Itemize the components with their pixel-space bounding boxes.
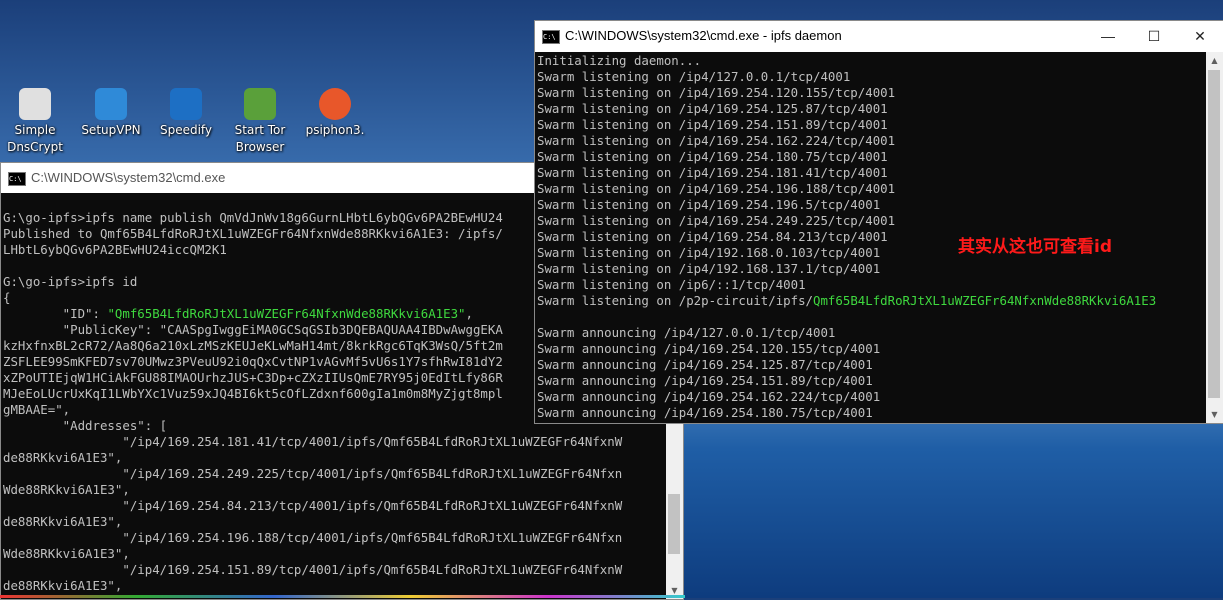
console-line: "/ip4/169.254.151.89/tcp/4001/ipfs/Qmf65… — [3, 562, 623, 577]
console-line: Swarm announcing /ip4/169.254.180.75/tcp… — [537, 405, 873, 420]
cmd-icon: C:\ — [542, 30, 560, 44]
desktop-icon-label: psiphon3. — [305, 123, 365, 137]
desktop-icon-label: Simple DnsCrypt — [7, 123, 63, 154]
maximize-button[interactable]: ☐ — [1131, 21, 1177, 51]
console-line: Swarm announcing /ip4/127.0.0.1/tcp/4001 — [537, 325, 836, 340]
console-line: Swarm listening on /ip4/169.254.180.75/t… — [537, 149, 888, 164]
console-line: Swarm announcing /ip4/169.254.120.155/tc… — [537, 341, 881, 356]
peer-id-value: "Qmf65B4LfdRoRJtXL1uWZEGFr64NfxnWde88RKk… — [107, 306, 466, 321]
scroll-thumb[interactable] — [668, 494, 680, 554]
console-line: Swarm listening on /ip4/169.254.125.87/t… — [537, 101, 888, 116]
console-line: Swarm listening on /ip6/::1/tcp/4001 — [537, 277, 806, 292]
console-line: Initializing daemon... — [537, 53, 702, 68]
desktop-icon-label: Start Tor Browser — [234, 123, 286, 154]
console-line: Swarm announcing /ip4/169.254.151.89/tcp… — [537, 373, 873, 388]
desktop-icon-speedify[interactable]: Speedify — [153, 88, 219, 139]
console-line: Wde88RKkvi6A1E3", — [3, 482, 130, 497]
close-button[interactable]: ✕ — [1177, 21, 1223, 51]
desktop-icon-dnscrypt[interactable]: Simple DnsCrypt — [2, 88, 68, 156]
console-line: de88RKkvi6A1E3", — [3, 514, 123, 529]
console-line: Swarm listening on /ip4/169.254.151.89/t… — [537, 117, 888, 132]
console-line: "/ip4/169.254.181.41/tcp/4001/ipfs/Qmf65… — [3, 434, 623, 449]
desktop-icon-setupvpn[interactable]: SetupVPN — [78, 88, 144, 139]
console-line: de88RKkvi6A1E3", — [3, 578, 123, 593]
console-line: "/ip4/169.254.249.225/tcp/4001/ipfs/Qmf6… — [3, 466, 623, 481]
desktop-icon-label: Speedify — [159, 123, 213, 137]
circuit-peer-id: Qmf65B4LfdRoRJtXL1uWZEGFr64NfxnWde88RKkv… — [813, 293, 1157, 308]
vertical-scrollbar[interactable]: ▲ ▼ — [1206, 52, 1223, 423]
window-title: C:\WINDOWS\system32\cmd.exe - ipfs daemo… — [565, 28, 842, 43]
scroll-up-icon[interactable]: ▲ — [1206, 52, 1223, 69]
console-line: Swarm listening on /ip4/169.254.196.5/tc… — [537, 197, 881, 212]
console-line: Swarm listening on /ip4/169.254.181.41/t… — [537, 165, 888, 180]
cmd-titlebar-daemon[interactable]: C:\ C:\WINDOWS\system32\cmd.exe - ipfs d… — [535, 21, 1223, 52]
speedify-icon — [170, 88, 202, 120]
cmd-icon: C:\ — [8, 172, 26, 186]
scroll-down-icon[interactable]: ▼ — [1206, 406, 1223, 423]
console-line: Swarm listening on /p2p-circuit/ipfs/Qmf… — [537, 293, 1157, 308]
console-line: Swarm announcing /ip4/169.254.162.224/tc… — [537, 389, 881, 404]
console-line: "/ip4/169.254.84.213/tcp/4001/ipfs/Qmf65… — [3, 498, 623, 513]
desktop-icon-label: SetupVPN — [81, 123, 141, 137]
console-line: Swarm listening on /ip4/192.168.137.1/tc… — [537, 261, 881, 276]
console-line: Swarm listening on /ip4/169.254.249.225/… — [537, 213, 896, 228]
window-title: C:\WINDOWS\system32\cmd.exe — [31, 170, 226, 185]
scroll-thumb[interactable] — [1208, 70, 1220, 398]
console-line: "/ip4/169.254.196.188/tcp/4001/ipfs/Qmf6… — [3, 530, 623, 545]
setupvpn-icon — [95, 88, 127, 120]
console-line: de88RKkvi6A1E3", — [3, 450, 123, 465]
psiphon-icon — [319, 88, 351, 120]
desktop-icon-psiphon[interactable]: psiphon3. — [302, 88, 368, 139]
cmd-window-daemon[interactable]: C:\ C:\WINDOWS\system32\cmd.exe - ipfs d… — [534, 20, 1223, 424]
minimize-button[interactable]: — — [1085, 21, 1131, 51]
desktop-icon-tor-browser[interactable]: Start Tor Browser — [227, 88, 293, 156]
console-line: Swarm listening on /ip4/169.254.120.155/… — [537, 85, 896, 100]
console-line: Swarm announcing /ip4/169.254.125.87/tcp… — [537, 357, 873, 372]
console-line: Swarm listening on /ip4/169.254.196.188/… — [537, 181, 896, 196]
console-line: Swarm listening on /ip4/169.254.162.224/… — [537, 133, 896, 148]
annotation-note: 其实从这也可查看id — [958, 237, 1112, 257]
console-line: Swarm listening on /ip4/127.0.0.1/tcp/40… — [537, 69, 851, 84]
dnscrypt-icon — [19, 88, 51, 120]
tor-browser-icon — [244, 88, 276, 120]
console-line: Wde88RKkvi6A1E3", — [3, 546, 130, 561]
